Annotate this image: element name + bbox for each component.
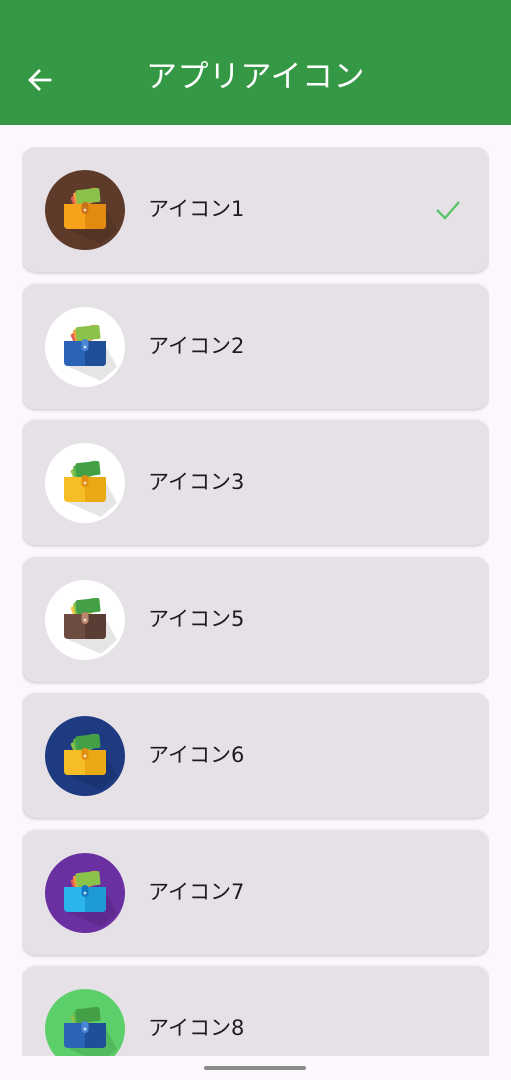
arrow-back-icon [28, 69, 52, 91]
wallet-app-icon [45, 716, 125, 796]
checkmark-icon [436, 201, 460, 220]
home-indicator [204, 1066, 306, 1070]
icon-option-card[interactable]: アイコン5 [22, 556, 489, 682]
wallet-app-icon [45, 443, 125, 523]
icon-option-label: アイコン5 [148, 606, 245, 631]
icon-option-card[interactable]: アイコン2 [22, 283, 489, 409]
page-title: アプリアイコン [146, 59, 365, 95]
icon-list: アイコン1 アイコン2 アイコン3 アイコン5 アイコン6 アイコン7 アイコン8 [22, 147, 489, 1056]
wallet-app-icon [45, 306, 125, 387]
wallet-app-icon [45, 989, 125, 1056]
app-bar: アプリアイコン [0, 0, 511, 125]
wallet-app-icon [45, 170, 125, 250]
icon-option-label: アイコン2 [148, 333, 245, 358]
icon-option-card[interactable]: アイコン6 [22, 693, 489, 818]
wallet-app-icon [45, 579, 125, 660]
icon-option-card[interactable]: アイコン8 [22, 966, 489, 1056]
icon-option-card[interactable]: アイコン1 [22, 147, 489, 272]
wallet-app-icon [45, 852, 125, 933]
icon-option-label: アイコン3 [148, 470, 245, 494]
icon-option-card[interactable]: アイコン7 [22, 829, 489, 955]
icon-option-label: アイコン6 [148, 743, 245, 767]
icon-option-card[interactable]: アイコン3 [22, 420, 489, 545]
icon-option-label: アイコン7 [148, 879, 245, 904]
icon-option-label: アイコン1 [148, 197, 245, 221]
icon-option-label: アイコン8 [148, 1016, 245, 1040]
back-button[interactable] [20, 58, 60, 102]
